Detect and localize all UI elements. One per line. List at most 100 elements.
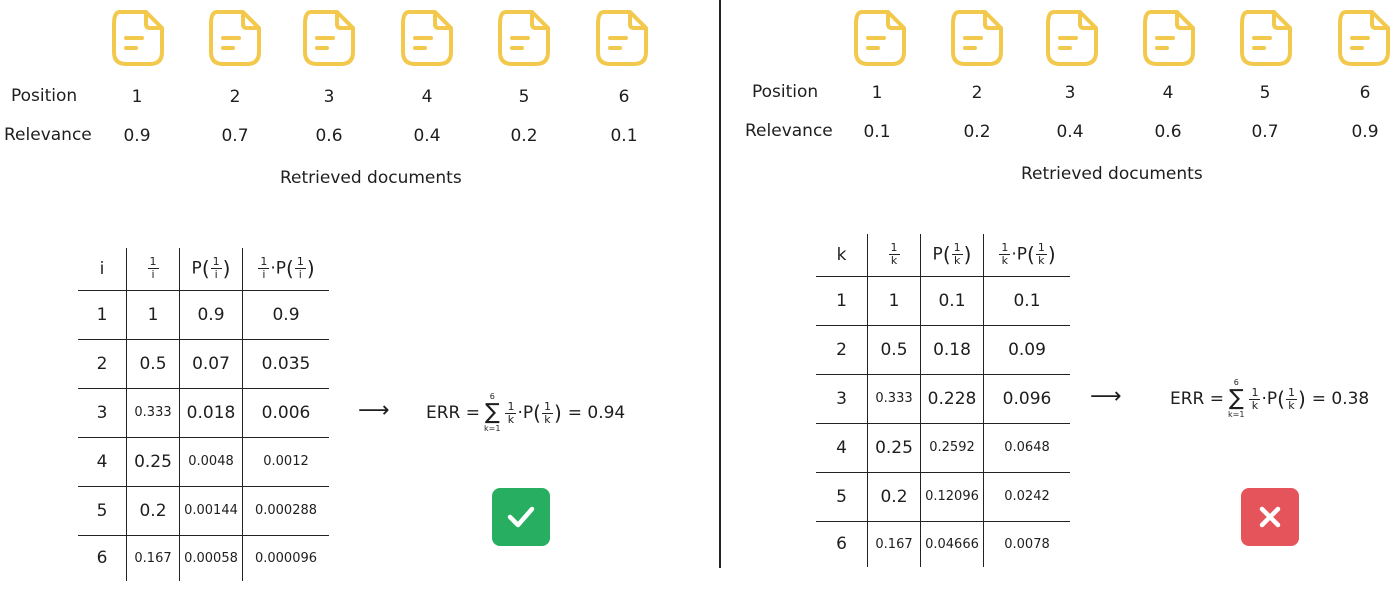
document-icon bbox=[401, 10, 453, 66]
table-cell: 2 bbox=[78, 338, 127, 389]
table-row: 4 0.25 0.2592 0.0648 bbox=[816, 422, 1070, 473]
table-row: 5 0.2 0.12096 0.0242 bbox=[816, 471, 1070, 522]
formula-prefix: ERR = bbox=[1170, 389, 1225, 409]
probability-header: P(1 k) bbox=[920, 234, 984, 277]
table-row: 2 0.5 0.18 0.09 bbox=[816, 324, 1070, 375]
relevance-value: 0.9 bbox=[1351, 122, 1379, 142]
table-header-row: k 1k P(1 k) 1 k ·P(1 k) bbox=[816, 234, 1070, 277]
table-cell: 2 bbox=[816, 324, 868, 375]
table-cell: 3 bbox=[816, 373, 868, 424]
relevance-value: 0.1 bbox=[863, 122, 891, 142]
document-icon bbox=[209, 10, 261, 66]
table-cell: 0.228 bbox=[920, 373, 984, 424]
document-icon bbox=[498, 10, 550, 66]
table-cell: 0.000096 bbox=[242, 534, 329, 581]
cross-badge bbox=[1241, 488, 1299, 546]
table-cell: 5 bbox=[78, 485, 127, 536]
table-cell: 0.000288 bbox=[242, 485, 329, 536]
document-icon bbox=[1046, 10, 1098, 66]
table-cell: 6 bbox=[78, 534, 127, 581]
position-value: 6 bbox=[1359, 83, 1371, 103]
document-icon bbox=[1338, 10, 1390, 66]
relevance-value: 0.1 bbox=[610, 126, 638, 146]
relevance-value: 0.7 bbox=[1251, 122, 1279, 142]
position-label: Position bbox=[752, 82, 819, 102]
table-row: 3 0.333 0.018 0.006 bbox=[78, 387, 329, 438]
table-cell: 0.333 bbox=[867, 373, 921, 424]
formula-result: = 0.38 bbox=[1311, 389, 1370, 409]
document-icon bbox=[596, 10, 648, 66]
table-cell: 3 bbox=[78, 387, 127, 438]
table-row: 1 1 0.1 0.1 bbox=[816, 275, 1070, 326]
table-cell: 0.9 bbox=[242, 289, 329, 340]
table-cell: 0.07 bbox=[179, 338, 243, 389]
err-table: k 1k P(1 k) 1 k ·P(1 k) 1 1 0.1 0.1 2 0.5 0.… bbox=[816, 234, 1070, 567]
table-row: 2 0.5 0.07 0.035 bbox=[78, 338, 329, 389]
table-cell: 4 bbox=[816, 422, 868, 473]
position-value: 5 bbox=[1259, 83, 1271, 103]
position-value: 5 bbox=[518, 87, 530, 107]
formula-result: = 0.94 bbox=[567, 403, 626, 423]
sum-symbol: 6 ∑ k=1 bbox=[484, 392, 501, 433]
panel-divider bbox=[719, 0, 721, 568]
table-cell: 6 bbox=[816, 520, 868, 567]
position-value: 3 bbox=[323, 87, 335, 107]
table-cell: 0.2592 bbox=[920, 422, 984, 473]
relevance-value: 0.4 bbox=[413, 126, 441, 146]
table-cell: 0.096 bbox=[983, 373, 1070, 424]
inverse-rank-header: 1i bbox=[126, 248, 180, 291]
formula-prefix: ERR = bbox=[426, 403, 481, 423]
table-cell: 0.006 bbox=[242, 387, 329, 438]
relevance-value: 0.7 bbox=[221, 126, 249, 146]
table-cell: 1 bbox=[816, 275, 868, 326]
relevance-label: Relevance bbox=[745, 121, 833, 141]
arrow-icon: ⟶ bbox=[1090, 384, 1122, 409]
table-cell: 0.333 bbox=[126, 387, 180, 438]
table-cell: 4 bbox=[78, 436, 127, 487]
document-icon bbox=[112, 10, 164, 66]
position-value: 1 bbox=[871, 83, 883, 103]
table-cell: 1 bbox=[126, 289, 180, 340]
table-cell: 0.25 bbox=[867, 422, 921, 473]
inverse-rank-header: 1k bbox=[867, 234, 921, 277]
retrieved-documents-caption: Retrieved documents bbox=[280, 168, 462, 188]
table-cell: 0.018 bbox=[179, 387, 243, 438]
position-value: 3 bbox=[1064, 83, 1076, 103]
table-row: 5 0.2 0.00144 0.000288 bbox=[78, 485, 329, 536]
table-cell: 0.167 bbox=[126, 534, 180, 581]
position-label: Position bbox=[11, 86, 78, 106]
table-cell: 0.035 bbox=[242, 338, 329, 389]
position-value: 4 bbox=[1162, 83, 1174, 103]
table-cell: 0.00058 bbox=[179, 534, 243, 581]
relevance-value: 0.6 bbox=[315, 126, 343, 146]
position-value: 2 bbox=[971, 83, 983, 103]
document-icon bbox=[951, 10, 1003, 66]
table-cell: 1 bbox=[867, 275, 921, 326]
relevance-value: 0.2 bbox=[963, 122, 991, 142]
document-icon bbox=[854, 10, 906, 66]
table-cell: 0.0648 bbox=[983, 422, 1070, 473]
table-cell: 1 bbox=[78, 289, 127, 340]
relevance-value: 0.2 bbox=[510, 126, 538, 146]
relevance-value: 0.6 bbox=[1154, 122, 1182, 142]
position-value: 1 bbox=[131, 87, 143, 107]
table-cell: 0.12096 bbox=[920, 471, 984, 522]
table-row: 6 0.167 0.00058 0.000096 bbox=[78, 534, 329, 581]
position-value: 4 bbox=[421, 87, 433, 107]
table-cell: 0.18 bbox=[920, 324, 984, 375]
relevance-label: Relevance bbox=[4, 125, 92, 145]
probability-header: P(1 i) bbox=[179, 248, 243, 291]
document-icon bbox=[1143, 10, 1195, 66]
relevance-value: 0.4 bbox=[1056, 122, 1084, 142]
table-row: 6 0.167 0.04666 0.0078 bbox=[816, 520, 1070, 567]
product-header: 1 k ·P(1 k) bbox=[983, 234, 1070, 277]
index-header: i bbox=[78, 248, 127, 291]
retrieved-documents-caption: Retrieved documents bbox=[1021, 164, 1203, 184]
table-cell: 0.0012 bbox=[242, 436, 329, 487]
position-value: 6 bbox=[618, 87, 630, 107]
table-cell: 0.5 bbox=[126, 338, 180, 389]
table-cell: 0.1 bbox=[983, 275, 1070, 326]
table-cell: 0.5 bbox=[867, 324, 921, 375]
table-header-row: i 1i P(1 i) 1 i ·P(1 i) bbox=[78, 248, 329, 291]
err-formula: ERR = 6 ∑ k=1 1k · P(1 k) = 0.94 bbox=[426, 392, 626, 433]
